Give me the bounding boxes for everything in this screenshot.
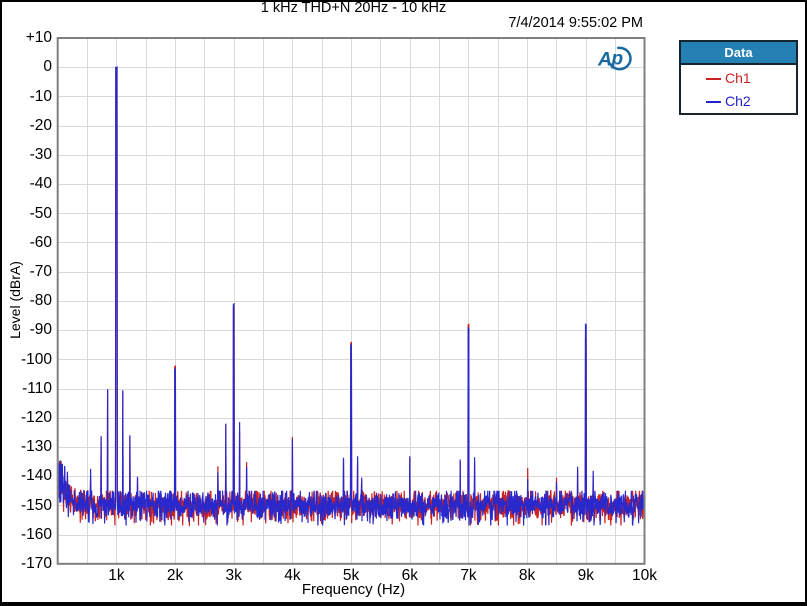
- svg-text:A: A: [597, 49, 612, 71]
